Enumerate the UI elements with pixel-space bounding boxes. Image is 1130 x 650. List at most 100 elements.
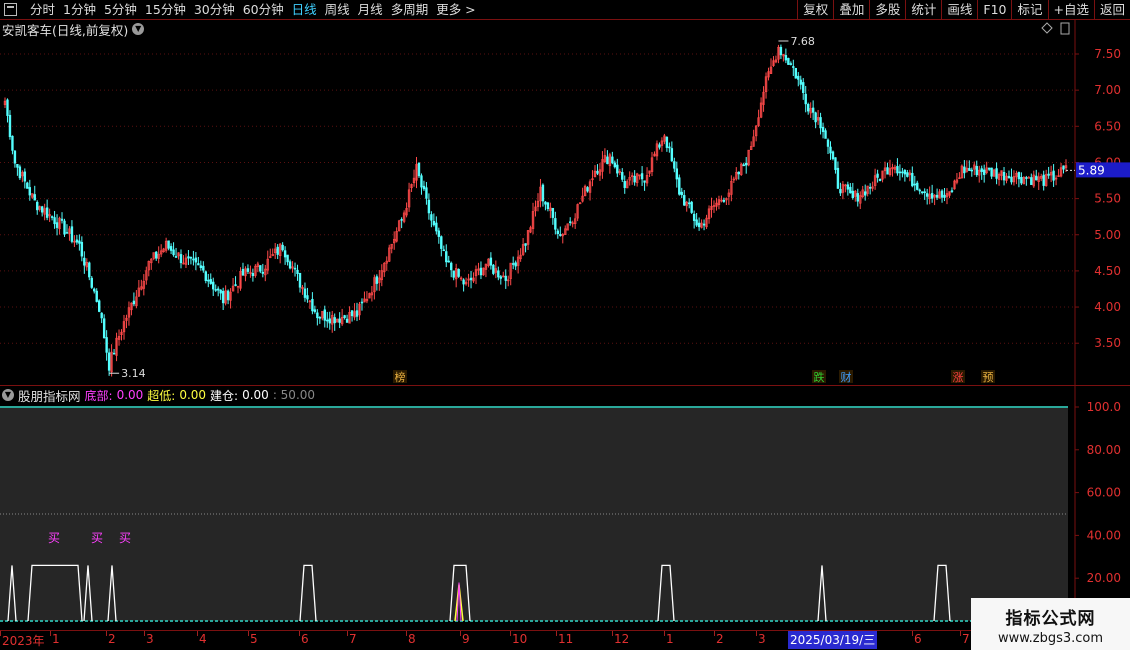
tool-button[interactable]: 画线 [941, 0, 977, 20]
event-marker[interactable]: 跌 [814, 370, 825, 384]
watermark-title: 指标公式网 [1005, 609, 1096, 629]
event-marker[interactable]: 预 [983, 371, 994, 384]
candle-body [673, 161, 676, 169]
tool-button[interactable]: 标记 [1011, 0, 1047, 20]
candle-body [982, 169, 986, 175]
candle-body [923, 191, 926, 193]
date-tick [299, 631, 300, 636]
period-tab[interactable]: 15分钟 [141, 0, 190, 20]
candle-body [794, 68, 797, 79]
candle-body [234, 284, 237, 286]
candle-body [93, 288, 96, 292]
candle-body [1047, 173, 1050, 176]
period-tab[interactable]: 60分钟 [239, 0, 288, 20]
candle-body [695, 219, 698, 226]
candle-body [328, 318, 331, 324]
diamond-icon[interactable] [1041, 22, 1053, 34]
candle-body [209, 279, 212, 284]
candle-body [1062, 165, 1065, 170]
candle-body [457, 268, 460, 277]
period-tab[interactable]: 分时 [26, 0, 59, 20]
panel-icon[interactable] [1060, 22, 1070, 35]
tool-button[interactable]: 多股 [869, 0, 905, 20]
tool-button[interactable]: 返回 [1093, 0, 1130, 20]
candle-body [216, 288, 220, 291]
candle-body [318, 317, 322, 319]
chevron-down-icon[interactable]: ▼ [132, 23, 145, 35]
candle-body [293, 267, 297, 270]
candle-body [187, 256, 190, 259]
candle-body [546, 202, 550, 210]
tool-button[interactable]: 复权 [797, 0, 833, 20]
indicator-axis-label: 100.0 [1087, 400, 1121, 414]
date-tick [756, 631, 757, 636]
indicator-chart[interactable]: 100.0 80.00 60.00 40.00 20.00 买 买 买 [0, 386, 1130, 630]
candle-body [846, 184, 850, 190]
candle-body [445, 251, 448, 263]
date-label: 7 [962, 632, 970, 646]
candle-body [990, 167, 993, 177]
candle-body [544, 201, 547, 205]
candle-body [316, 312, 319, 319]
candle-body [569, 221, 572, 223]
candle-body [221, 290, 225, 304]
tool-button[interactable]: F10 [977, 0, 1011, 20]
candle-body [207, 279, 210, 282]
period-tab[interactable]: 日线 [288, 0, 321, 20]
candle-body [559, 234, 562, 236]
chevron-down-icon[interactable]: ▼ [2, 389, 14, 401]
candle-body [26, 182, 29, 189]
price-label: 7.50 [1094, 47, 1121, 61]
candle-body [643, 180, 646, 183]
candle-body [417, 162, 421, 177]
candle-body [930, 193, 934, 199]
period-tab[interactable]: 更多 > [432, 0, 479, 20]
period-tab[interactable]: 5分钟 [100, 0, 141, 20]
candle-body [1025, 177, 1028, 179]
candle-body [90, 277, 93, 288]
candle-body [326, 319, 329, 322]
candle-body [55, 222, 59, 228]
candle-body [541, 184, 545, 202]
candle-body [886, 167, 889, 175]
candle-body [313, 309, 317, 312]
candle-body [1017, 172, 1021, 180]
date-tick [556, 631, 557, 636]
price-label: 6.50 [1094, 119, 1121, 133]
event-marker[interactable]: 涨 [953, 371, 964, 384]
kline-chart[interactable]: 7.507.006.506.005.505.004.504.003.507.68… [0, 20, 1130, 385]
candle-body [8, 114, 12, 138]
tool-button[interactable]: 统计 [905, 0, 941, 20]
candle-body [311, 298, 314, 312]
candle-body [799, 79, 802, 85]
tool-button[interactable]: 叠加 [833, 0, 869, 20]
candle-body [425, 187, 428, 199]
period-tab[interactable]: 月线 [354, 0, 387, 20]
window-icon[interactable] [4, 3, 17, 16]
candle-body [901, 171, 904, 174]
candle-body [963, 166, 966, 174]
date-tick [406, 631, 407, 636]
candle-body [450, 262, 453, 271]
candle-body [935, 194, 939, 198]
event-marker[interactable]: 财 [841, 370, 852, 384]
period-tab[interactable]: 多周期 [387, 0, 433, 20]
candle-body [1002, 172, 1006, 181]
candle-body [514, 262, 517, 267]
period-tab[interactable]: 30分钟 [190, 0, 239, 20]
candle-body [469, 277, 473, 281]
candle-body [212, 281, 215, 290]
candle-body [524, 243, 527, 246]
date-tick [460, 631, 461, 636]
candle-body [668, 146, 671, 149]
indicator-panel[interactable]: 100.0 80.00 60.00 40.00 20.00 买 买 买 ▼ 股朋指标网 底部:… [0, 385, 1130, 630]
kline-panel[interactable]: 7.507.006.506.005.505.004.504.003.507.68… [0, 20, 1130, 385]
period-tab[interactable]: 周线 [321, 0, 354, 20]
candle-body [556, 230, 560, 235]
event-marker[interactable]: 榜 [395, 370, 406, 384]
low-label: 3.14 [121, 367, 146, 380]
tool-button[interactable]: +自选 [1047, 0, 1094, 20]
candle-body [492, 264, 495, 274]
indicator-bottom-label: 底部: [84, 388, 113, 403]
period-tab[interactable]: 1分钟 [59, 0, 100, 20]
